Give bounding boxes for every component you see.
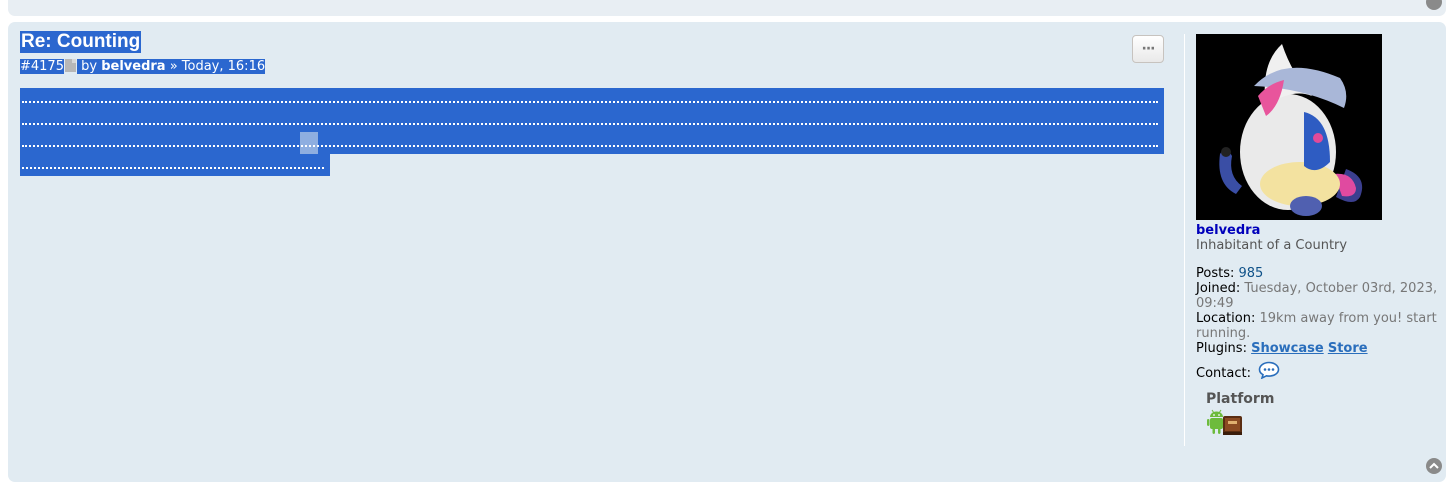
profile-plugins: Plugins: Showcase Store (1196, 341, 1441, 356)
post-time: Today, 16:16 (181, 59, 266, 74)
previous-post-bottom (8, 0, 1446, 16)
plugins-label: Plugins: (1196, 341, 1247, 356)
post-separator: » (165, 59, 182, 74)
profile-contact: Contact: (1196, 361, 1441, 383)
posts-label: Posts: (1196, 266, 1235, 281)
post-content (20, 88, 1164, 176)
speech-bubble-icon[interactable] (1258, 361, 1280, 383)
posts-count-link[interactable]: 985 (1239, 266, 1264, 281)
avatar-plush-image (1196, 34, 1382, 220)
plugins-showcase-link[interactable]: Showcase (1251, 341, 1324, 356)
post-number-link[interactable]: #4175 (20, 59, 64, 74)
back-to-top-icon[interactable] (1426, 0, 1444, 12)
platform-title: Platform (1206, 391, 1275, 407)
content-line (20, 132, 1164, 154)
avatar[interactable] (1196, 34, 1382, 220)
profile-joined: Joined: Tuesday, October 03rd, 2023, 09:… (1196, 281, 1441, 311)
book-icon (1223, 416, 1242, 435)
ellipsis-icon: ··· (1141, 41, 1156, 57)
content-line (20, 154, 330, 176)
location-label: Location: (1196, 311, 1256, 326)
profile-rank: Inhabitant of a Country (1196, 238, 1348, 253)
post-meta: #4175 by belvedra » Today, 16:16 (20, 58, 266, 75)
contact-label: Contact: (1196, 366, 1251, 381)
content-line (20, 88, 1164, 110)
content-line (20, 110, 1164, 132)
plugins-store-link[interactable]: Store (1328, 341, 1368, 356)
profile-username[interactable]: belvedra (1196, 223, 1260, 238)
joined-label: Joined: (1196, 281, 1241, 296)
post-container: Re: Counting #4175 by belvedra » Today, … (8, 22, 1446, 482)
post-author-link[interactable]: belvedra (101, 59, 166, 74)
back-to-top-icon[interactable] (1426, 458, 1442, 474)
selection-cursor (300, 132, 318, 154)
profile-location: Location: 19km away from you! start runn… (1196, 311, 1441, 341)
profile-posts: Posts: 985 (1196, 266, 1441, 281)
post-profile: belvedra Inhabitant of a Country Posts: … (1184, 34, 1446, 446)
post-title[interactable]: Re: Counting (20, 31, 142, 53)
document-icon[interactable] (64, 59, 76, 72)
post-menu-button[interactable]: ··· (1132, 35, 1164, 63)
platform-icons (1206, 408, 1246, 436)
post-by-label: by (76, 59, 102, 74)
